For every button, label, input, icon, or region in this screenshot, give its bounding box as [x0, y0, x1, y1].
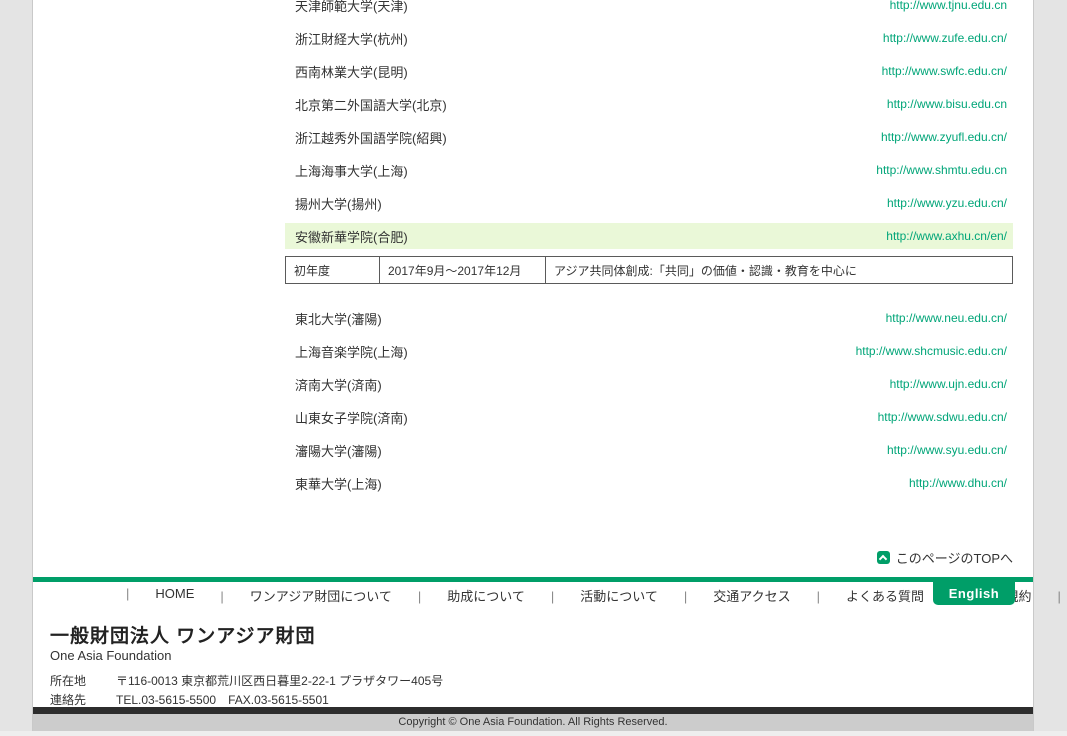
- bottom-strip: [0, 731, 1067, 736]
- university-name: 上海音楽学院(上海): [295, 342, 408, 361]
- university-url-link[interactable]: http://www.shmtu.edu.cn: [876, 163, 1007, 177]
- university-row: 東華大学(上海) http://www.dhu.cn/: [285, 470, 1013, 496]
- university-row: 北京第二外国語大学(北京) http://www.bisu.edu.cn: [285, 91, 1013, 117]
- university-name: 浙江越秀外国語学院(紹興): [295, 128, 447, 147]
- table-row: 初年度 2017年9月～2017年12月 アジア共同体創成:「共同」の価値・認識…: [286, 257, 1013, 284]
- university-name: 東北大学(瀋陽): [295, 309, 382, 328]
- university-row: 揚州大学(揚州) http://www.yzu.edu.cn/: [285, 190, 1013, 216]
- footer-nav-item[interactable]: 助成について: [405, 586, 538, 605]
- university-url-link[interactable]: http://www.ujn.edu.cn/: [890, 377, 1007, 391]
- university-url-link[interactable]: http://www.axhu.cn/en/: [886, 229, 1007, 243]
- footer-nav-item[interactable]: 活動について: [538, 586, 671, 605]
- university-row: 東北大学(瀋陽) http://www.neu.edu.cn/: [285, 305, 1013, 331]
- university-list: 天津師範大学(天津) http://www.tjnu.edu.cn 浙江財経大学…: [285, 0, 1013, 503]
- university-name: 瀋陽大学(瀋陽): [295, 441, 382, 460]
- university-name: 浙江財経大学(杭州): [295, 29, 408, 48]
- university-url-link[interactable]: http://www.shcmusic.edu.cn/: [856, 344, 1007, 358]
- org-name-en: One Asia Foundation: [50, 648, 171, 663]
- table-period-cell: 2017年9月～2017年12月: [380, 257, 546, 284]
- english-button[interactable]: English: [933, 581, 1015, 605]
- university-list-top: 天津師範大学(天津) http://www.tjnu.edu.cn 浙江財経大学…: [285, 0, 1013, 249]
- university-name: 山東女子学院(済南): [295, 408, 408, 427]
- address-label: 所在地: [50, 672, 98, 689]
- university-row: 山東女子学院(済南) http://www.sdwu.edu.cn/: [285, 404, 1013, 430]
- address-value: 〒116-0013 東京都荒川区西日暮里2-22-1 プラザタワー405号: [116, 672, 443, 689]
- university-row: 上海音楽学院(上海) http://www.shcmusic.edu.cn/: [285, 338, 1013, 364]
- university-url-link[interactable]: http://www.zufe.edu.cn/: [883, 31, 1007, 45]
- page-top-link-label: このページのTOPへ: [896, 548, 1013, 567]
- university-url-link[interactable]: http://www.bisu.edu.cn: [887, 97, 1007, 111]
- university-row: 上海海事大学(上海) http://www.shmtu.edu.cn: [285, 157, 1013, 183]
- org-name-jp: 一般財団法人 ワンアジア財団: [50, 621, 316, 648]
- footer-nav-item[interactable]: よくある質問: [804, 586, 937, 605]
- chevron-up-icon: [877, 551, 890, 564]
- address-row: 所在地 〒116-0013 東京都荒川区西日暮里2-22-1 プラザタワー405…: [50, 672, 443, 689]
- university-url-link[interactable]: http://www.zyufl.edu.cn/: [881, 130, 1007, 144]
- footer-dark-bar: [33, 707, 1033, 714]
- university-row: 浙江財経大学(杭州) http://www.zufe.edu.cn/: [285, 25, 1013, 51]
- footer-nav-items: HOMEワンアジア財団について助成について活動について交通アクセスよくある質問利…: [113, 586, 1067, 605]
- university-row: 天津師範大学(天津) http://www.tjnu.edu.cn: [285, 0, 1013, 18]
- university-url-link[interactable]: http://www.sdwu.edu.cn/: [878, 410, 1007, 424]
- university-url-link[interactable]: http://www.yzu.edu.cn/: [887, 196, 1007, 210]
- university-row: 浙江越秀外国語学院(紹興) http://www.zyufl.edu.cn/: [285, 124, 1013, 150]
- university-url-link[interactable]: http://www.swfc.edu.cn/: [882, 64, 1007, 78]
- university-row: 瀋陽大学(瀋陽) http://www.syu.edu.cn/: [285, 437, 1013, 463]
- table-label-cell: 初年度: [286, 257, 380, 284]
- university-name: 西南林業大学(昆明): [295, 62, 408, 81]
- university-name: 済南大学(済南): [295, 375, 382, 394]
- footer-nav-item[interactable]: HOME: [113, 586, 207, 605]
- contact-value: TEL.03-5615-5500 FAX.03-5615-5501: [116, 691, 329, 708]
- footer-divider: [33, 577, 1033, 582]
- university-url-link[interactable]: http://www.tjnu.edu.cn: [890, 0, 1007, 12]
- university-row: 西南林業大学(昆明) http://www.swfc.edu.cn/: [285, 58, 1013, 84]
- university-url-link[interactable]: http://www.dhu.cn/: [909, 476, 1007, 490]
- page-content: 天津師範大学(天津) http://www.tjnu.edu.cn 浙江財経大学…: [33, 0, 1033, 731]
- university-name: 北京第二外国語大学(北京): [295, 95, 447, 114]
- university-row: 安徽新華学院(合肥) http://www.axhu.cn/en/: [285, 223, 1013, 249]
- contact-label: 連絡先: [50, 691, 98, 708]
- table-theme-cell: アジア共同体創成:「共同」の価値・認識・教育を中心に: [546, 257, 1013, 284]
- university-row: 済南大学(済南) http://www.ujn.edu.cn/: [285, 371, 1013, 397]
- university-name: 揚州大学(揚州): [295, 194, 382, 213]
- footer-nav: HOMEワンアジア財団について助成について活動について交通アクセスよくある質問利…: [113, 586, 1067, 605]
- university-url-link[interactable]: http://www.syu.edu.cn/: [887, 443, 1007, 457]
- footer-nav-item[interactable]: ワンアジア財団について: [207, 586, 404, 605]
- university-name: 天津師範大学(天津): [295, 0, 408, 15]
- university-name: 安徽新華学院(合肥): [295, 227, 408, 246]
- page-top-link[interactable]: このページのTOPへ: [877, 548, 1013, 567]
- university-list-bottom: 東北大学(瀋陽) http://www.neu.edu.cn/ 上海音楽学院(上…: [285, 305, 1013, 496]
- copyright-text: Copyright © One Asia Foundation. All Rig…: [33, 714, 1033, 731]
- university-url-link[interactable]: http://www.neu.edu.cn/: [886, 311, 1007, 325]
- contact-row: 連絡先 TEL.03-5615-5500 FAX.03-5615-5501: [50, 691, 329, 708]
- university-name: 東華大学(上海): [295, 474, 382, 493]
- footer-nav-item[interactable]: サイトマップ: [1044, 586, 1067, 605]
- university-name: 上海海事大学(上海): [295, 161, 408, 180]
- footer-nav-item[interactable]: 交通アクセス: [671, 586, 804, 605]
- program-detail-table: 初年度 2017年9月～2017年12月 アジア共同体創成:「共同」の価値・認識…: [285, 256, 1013, 284]
